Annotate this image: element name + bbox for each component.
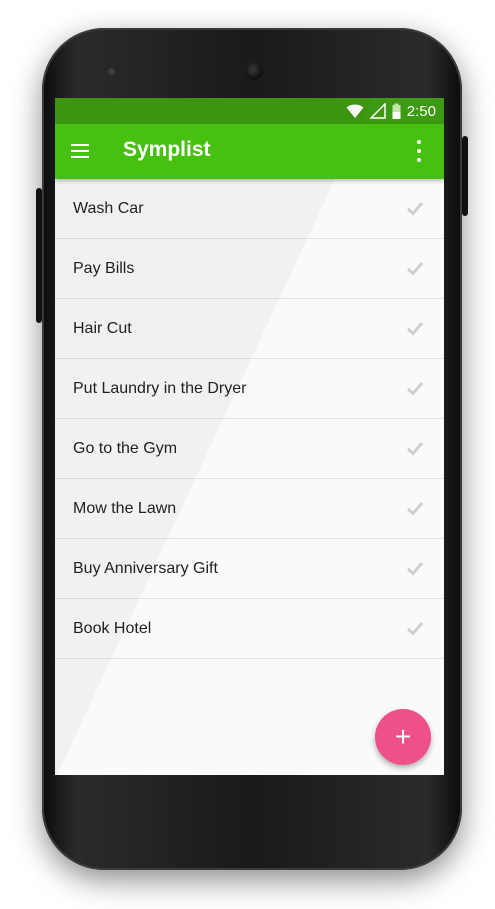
app-bar: Symplist: [55, 124, 444, 179]
task-row[interactable]: Go to the Gym: [55, 419, 444, 479]
check-icon[interactable]: [406, 379, 424, 397]
check-icon[interactable]: [406, 319, 424, 337]
add-task-button[interactable]: +: [375, 709, 431, 765]
task-row[interactable]: Wash Car: [55, 179, 444, 239]
task-row[interactable]: Mow the Lawn: [55, 479, 444, 539]
app-title: Symplist: [123, 138, 211, 161]
check-icon[interactable]: [406, 439, 424, 457]
status-bar: 2:50: [55, 98, 444, 124]
status-time: 2:50: [406, 102, 436, 120]
wifi-icon: [346, 104, 364, 118]
task-label: Put Laundry in the Dryer: [73, 379, 247, 397]
task-row[interactable]: Hair Cut: [55, 299, 444, 359]
task-row[interactable]: Book Hotel: [55, 599, 444, 659]
task-label: Hair Cut: [73, 319, 132, 337]
task-row[interactable]: Pay Bills: [55, 239, 444, 299]
check-icon[interactable]: [406, 499, 424, 517]
check-icon[interactable]: [406, 559, 424, 577]
battery-icon: [392, 103, 401, 119]
task-label: Book Hotel: [73, 619, 152, 637]
task-label: Mow the Lawn: [73, 499, 177, 517]
front-camera: [245, 62, 263, 80]
plus-icon: +: [394, 721, 412, 752]
task-label: Pay Bills: [73, 259, 135, 277]
more-vert-icon[interactable]: [414, 140, 424, 162]
check-icon[interactable]: [406, 199, 424, 217]
power-button: [462, 136, 468, 216]
task-row[interactable]: Put Laundry in the Dryer: [55, 359, 444, 419]
screen: 2:50 Symplist Wash Car Pay Bills Hair Cu…: [55, 98, 444, 775]
task-label: Go to the Gym: [73, 439, 178, 457]
task-label: Wash Car: [73, 199, 144, 217]
task-list: Wash Car Pay Bills Hair Cut Put Laundry …: [55, 179, 444, 659]
signal-icon: [369, 103, 386, 119]
check-icon[interactable]: [406, 259, 424, 277]
check-icon[interactable]: [406, 619, 424, 637]
task-label: Buy Anniversary Gift: [73, 559, 218, 577]
task-row[interactable]: Buy Anniversary Gift: [55, 539, 444, 599]
hamburger-menu-icon[interactable]: [67, 138, 93, 164]
front-sensor: [108, 68, 115, 75]
volume-button: [36, 188, 42, 323]
